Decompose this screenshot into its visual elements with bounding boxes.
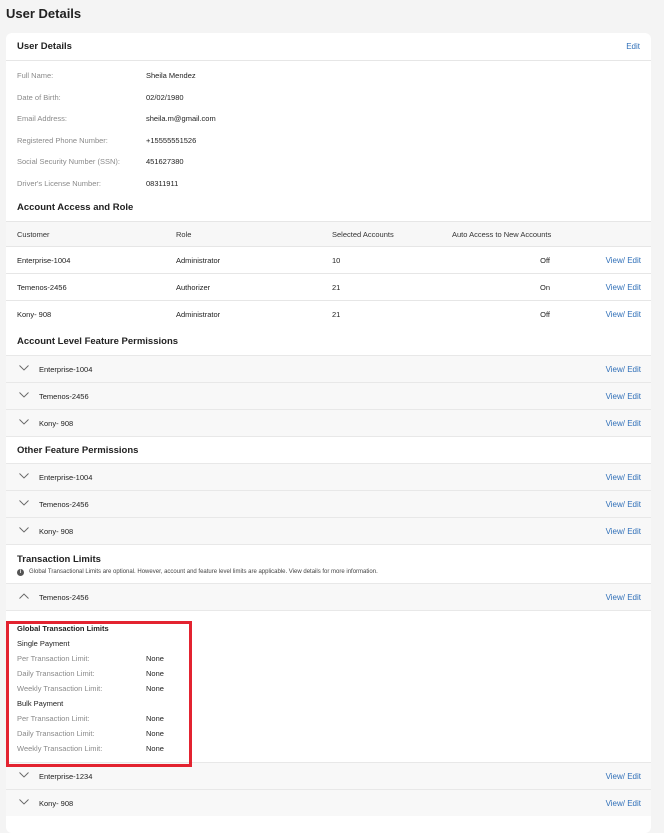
account-feature-title: Account Level Feature Permissions [17, 336, 179, 347]
other-feature-title: Other Feature Permissions [6, 436, 651, 463]
view-edit-link[interactable]: View/ Edit [606, 392, 641, 401]
accordion-label: Temenos-2456 [39, 592, 89, 602]
transaction-limits-title: Transaction Limits [6, 544, 651, 566]
chevron-down-icon[interactable] [19, 392, 29, 398]
transaction-limits-info: i Global Transactional Limits are option… [6, 566, 651, 578]
chevron-down-icon[interactable] [19, 473, 29, 479]
account-access-title: Account Access and Role [17, 202, 134, 213]
view-edit-link[interactable]: View/ Edit [606, 772, 641, 781]
view-edit-link[interactable]: View/ Edit [606, 473, 641, 482]
col-customer: Customer [17, 229, 50, 239]
accordion-row[interactable]: Kony- 908 View/ Edit [6, 517, 651, 544]
user-details-header: User Details Edit [6, 33, 651, 61]
table-row: Temenos-2456 Authorizer 21 On View/ Edit [6, 274, 651, 301]
view-edit-link[interactable]: View/ Edit [606, 310, 641, 319]
chevron-down-icon[interactable] [19, 365, 29, 371]
cell-role: Authorizer [176, 282, 211, 292]
account-access-table-header: Customer Role Selected Accounts Auto Acc… [6, 221, 651, 247]
accordion-label: Enterprise-1004 [39, 364, 93, 374]
accordion-row[interactable]: Enterprise-1004 View/ Edit [6, 355, 651, 382]
table-row: Kony- 908 Administrator 21 Off View/ Edi… [6, 301, 651, 328]
col-selected-accounts: Selected Accounts [332, 229, 394, 239]
accordion-row[interactable]: Kony- 908 View/ Edit [6, 409, 651, 436]
detail-phone: Registered Phone Number: +15555551526 [6, 130, 651, 152]
field-value: 451627380 [146, 157, 184, 167]
cell-role: Administrator [176, 310, 221, 319]
field-value: 02/02/1980 [146, 92, 184, 102]
cell-auto: Off [540, 255, 550, 265]
chevron-up-icon[interactable] [19, 593, 29, 599]
accordion-label: Kony- 908 [39, 418, 74, 428]
field-value: +15555551526 [146, 135, 197, 145]
field-label: Driver's License Number: [17, 178, 101, 188]
user-details-title: User Details [17, 41, 72, 52]
accordion-row[interactable]: Kony- 908 View/ Edit [6, 789, 651, 816]
view-edit-link[interactable]: View/ Edit [606, 500, 641, 509]
cell-customer: Temenos-2456 [17, 282, 67, 292]
col-role: Role [176, 229, 192, 239]
cell-accounts: 21 [332, 310, 341, 319]
chevron-down-icon[interactable] [19, 500, 29, 506]
field-label: Social Security Number (SSN): [17, 157, 120, 167]
edit-user-link[interactable]: Edit [626, 42, 640, 51]
field-label: Full Name: [17, 71, 54, 81]
chevron-down-icon[interactable] [19, 527, 29, 533]
cell-customer: Kony- 908 [17, 310, 52, 319]
field-label: Date of Birth: [17, 92, 61, 102]
info-icon: i [17, 568, 24, 576]
cell-accounts: 21 [332, 282, 341, 292]
info-text: Global Transactional Limits are optional… [29, 569, 378, 575]
detail-license: Driver's License Number: 08311911 [6, 173, 651, 195]
accordion-label: Temenos-2456 [39, 391, 89, 401]
page-title: User Details [6, 6, 82, 21]
field-value: Sheila Mendez [146, 71, 196, 81]
accordion-label: Kony- 908 [39, 526, 74, 536]
chevron-down-icon[interactable] [19, 772, 29, 778]
field-value: 08311911 [146, 178, 179, 188]
cell-auto: Off [540, 310, 550, 319]
cell-role: Administrator [176, 255, 221, 265]
view-edit-link[interactable]: View/ Edit [606, 419, 641, 428]
view-edit-link[interactable]: View/ Edit [606, 256, 641, 265]
field-label: Registered Phone Number: [17, 135, 108, 145]
detail-email: Email Address: sheila.m@gmail.com [6, 108, 651, 130]
highlight-box [6, 621, 192, 767]
accordion-row[interactable]: Enterprise-1004 View/ Edit [6, 463, 651, 490]
cell-auto: On [539, 282, 550, 292]
detail-ssn: Social Security Number (SSN): 451627380 [6, 151, 651, 173]
view-edit-link[interactable]: View/ Edit [606, 799, 641, 808]
accordion-row-expanded[interactable]: Temenos-2456 View/ Edit [6, 583, 651, 610]
accordion-row[interactable]: Temenos-2456 View/ Edit [6, 382, 651, 409]
view-edit-link[interactable]: View/ Edit [606, 527, 641, 536]
accordion-label: Temenos-2456 [39, 499, 89, 509]
col-auto-access: Auto Access to New Accounts [452, 229, 552, 239]
accordion-label: Enterprise-1234 [39, 771, 93, 781]
field-label: Email Address: [17, 114, 68, 124]
detail-dob: Date of Birth: 02/02/1980 [6, 87, 651, 109]
cell-accounts: 10 [332, 255, 341, 265]
chevron-down-icon[interactable] [19, 799, 29, 805]
view-edit-link[interactable]: View/ Edit [606, 283, 641, 292]
accordion-row[interactable]: Temenos-2456 View/ Edit [6, 490, 651, 517]
accordion-label: Enterprise-1004 [39, 472, 93, 482]
view-edit-link[interactable]: View/ Edit [606, 365, 641, 374]
accordion-label: Kony- 908 [39, 798, 74, 808]
view-edit-link[interactable]: View/ Edit [606, 593, 641, 602]
chevron-down-icon[interactable] [19, 419, 29, 425]
field-value: sheila.m@gmail.com [146, 114, 216, 124]
detail-full-name: Full Name: Sheila Mendez [6, 65, 651, 87]
cell-customer: Enterprise-1004 [17, 255, 71, 265]
table-row: Enterprise-1004 Administrator 10 Off Vie… [6, 247, 651, 274]
